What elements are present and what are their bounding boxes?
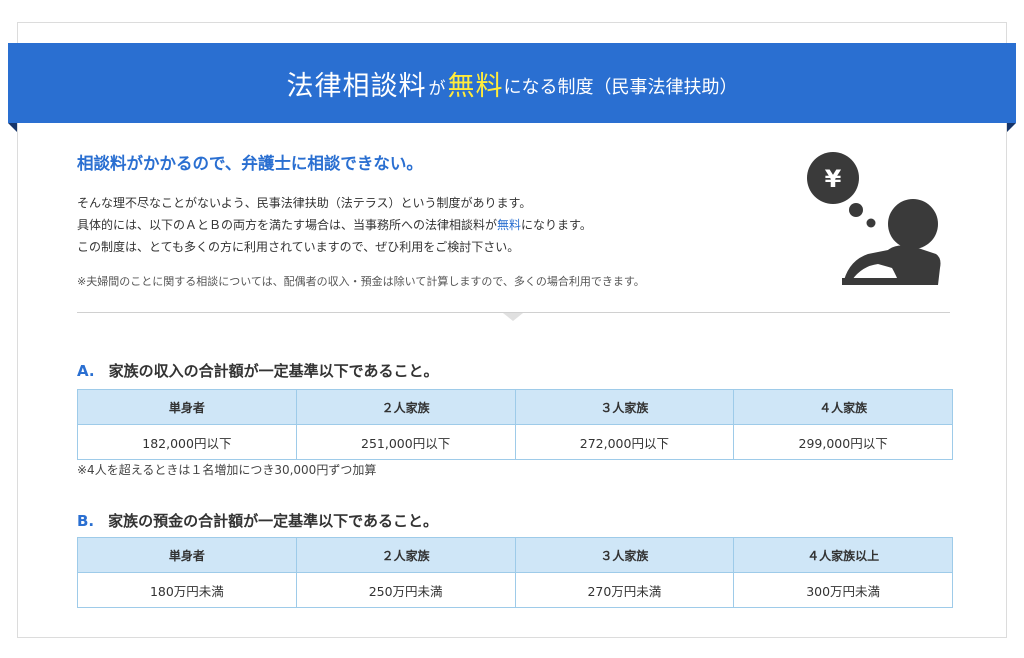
table-header-cell: ４人家族以上 [733, 537, 953, 573]
section-a-heading: A. 家族の収入の合計額が一定基準以下であること。 [77, 360, 438, 381]
income-table: 単身者 ２人家族 ３人家族 ４人家族 182,000円以下 251,000円以下… [77, 389, 953, 460]
table-cell: 251,000円以下 [295, 424, 516, 460]
title-banner: 法律相談料 が 無料 になる制度（民事法律扶助） [8, 43, 1016, 123]
section-a-letter: A. [77, 362, 95, 380]
intro-line-3: この制度は、とても多くの方に利用されていますので、ぜひ利用をご検討下さい。 [77, 240, 520, 254]
section-a-title: 家族の収入の合計額が一定基準以下であること。 [108, 362, 439, 380]
banner-text-4: になる制度（民事法律扶助） [503, 77, 738, 98]
intro-free-highlight: 無料 [497, 218, 522, 232]
table-cell: 272,000円以下 [514, 424, 735, 460]
yen-worried-person-icon: ¥ [800, 150, 950, 290]
banner-free-text: 無料 [447, 70, 504, 102]
table-header-cell: 単身者 [77, 389, 297, 425]
section-b-heading: B. 家族の預金の合計額が一定基準以下であること。 [77, 510, 438, 531]
intro-line-2-post: になります。 [521, 218, 592, 232]
table-cell: 300万円未満 [733, 572, 953, 608]
savings-table: 単身者 ２人家族 ３人家族 ４人家族以上 180万円未満 250万円未満 270… [77, 537, 953, 608]
table-header-cell: ２人家族 [295, 537, 516, 573]
yen-symbol: ¥ [825, 165, 842, 193]
table-cell: 250万円未満 [295, 572, 516, 608]
table-header-cell: ４人家族 [733, 389, 953, 425]
table-cell: 180万円未満 [77, 572, 297, 608]
table-row: 182,000円以下 251,000円以下 272,000円以下 299,000… [77, 424, 953, 460]
table-cell: 299,000円以下 [733, 424, 953, 460]
table-header-cell: ３人家族 [514, 537, 735, 573]
intro-title: 相談料がかかるので、弁護士に相談できない。 [77, 154, 423, 173]
section-b-letter: B. [77, 512, 95, 530]
table-header-row: 単身者 ２人家族 ３人家族 ４人家族以上 [77, 537, 953, 573]
income-table-note: ※4人を超えるときは１名増加につき30,000円ずつ加算 [77, 463, 377, 477]
banner-text-1: 法律相談料 [286, 70, 427, 102]
banner-fold-left [8, 123, 17, 132]
intro-line-2-pre: 具体的には、以下のＡとＢの両方を満たす場合は、当事務所への法律相談料が [77, 218, 498, 232]
banner-fold-right [1007, 123, 1016, 132]
table-header-cell: 単身者 [77, 537, 297, 573]
table-cell: 182,000円以下 [77, 424, 297, 460]
intro-note: ※夫婦間のことに関する相談については、配偶者の収入・預金は除いて計算しますので、… [77, 275, 645, 288]
table-row: 180万円未満 250万円未満 270万円未満 300万円未満 [77, 572, 953, 608]
divider-arrow [503, 313, 523, 321]
table-header-row: 単身者 ２人家族 ３人家族 ４人家族 [77, 389, 953, 425]
intro-line-2: 具体的には、以下のＡとＢの両方を満たす場合は、当事務所への法律相談料が無料になり… [77, 216, 592, 233]
table-header-cell: ３人家族 [514, 389, 735, 425]
banner-text-2: が [428, 78, 446, 99]
section-b-title: 家族の預金の合計額が一定基準以下であること。 [108, 512, 438, 530]
intro-line-1: そんな理不尽なことがないよう、民事法律扶助（法テラス）という制度があります。 [77, 196, 532, 210]
table-cell: 270万円未満 [514, 572, 735, 608]
table-header-cell: ２人家族 [295, 389, 516, 425]
